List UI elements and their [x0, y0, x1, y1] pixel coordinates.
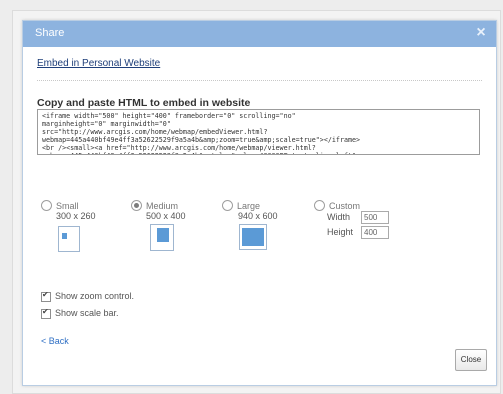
small-radio[interactable] — [41, 200, 52, 212]
dialog-title: Share — [35, 27, 65, 39]
zoom-control-option[interactable]: Show zoom control. — [41, 290, 135, 302]
large-label: Large — [237, 200, 261, 211]
embed-code-heading: Copy and paste HTML to embed in website — [37, 97, 251, 109]
large-size-preview[interactable] — [239, 224, 267, 250]
medium-preview-fill — [157, 228, 169, 242]
small-preview-fill — [62, 233, 67, 239]
small-size-preview[interactable] — [58, 226, 80, 252]
close-button[interactable]: Close — [455, 349, 487, 371]
share-dialog: Share × Embed in Personal Website Copy a… — [22, 20, 497, 386]
embed-code-textarea[interactable]: <iframe width="500" height="400" framebo… — [37, 109, 480, 155]
medium-radio[interactable] — [131, 200, 142, 212]
scale-bar-label: Show scale bar. — [55, 308, 119, 318]
large-preview-fill — [242, 228, 264, 246]
scale-bar-option[interactable]: Show scale bar. — [41, 307, 119, 319]
embed-in-website-link[interactable]: Embed in Personal Website — [37, 58, 160, 69]
custom-width-input[interactable]: 500 — [361, 211, 389, 224]
small-dimensions: 300 x 260 — [56, 211, 96, 221]
custom-height-label: Height — [327, 227, 354, 237]
zoom-control-checkbox[interactable] — [41, 290, 51, 302]
medium-size-preview[interactable] — [150, 224, 174, 251]
back-link[interactable]: < Back — [41, 336, 69, 346]
zoom-control-label: Show zoom control. — [55, 291, 135, 301]
dialog-titlebar: Share × — [23, 21, 496, 47]
scale-bar-checkbox[interactable] — [41, 307, 51, 319]
custom-height-input[interactable]: 400 — [361, 226, 389, 239]
medium-label: Medium — [146, 200, 179, 211]
custom-label: Custom — [329, 200, 361, 211]
large-dimensions: 940 x 600 — [238, 211, 278, 221]
large-radio[interactable] — [222, 200, 233, 212]
small-label: Small — [56, 200, 79, 211]
close-icon[interactable]: × — [472, 23, 490, 43]
custom-width-label: Width — [327, 212, 351, 222]
custom-radio[interactable] — [314, 200, 325, 212]
section-divider — [37, 80, 482, 81]
medium-dimensions: 500 x 400 — [146, 211, 186, 221]
